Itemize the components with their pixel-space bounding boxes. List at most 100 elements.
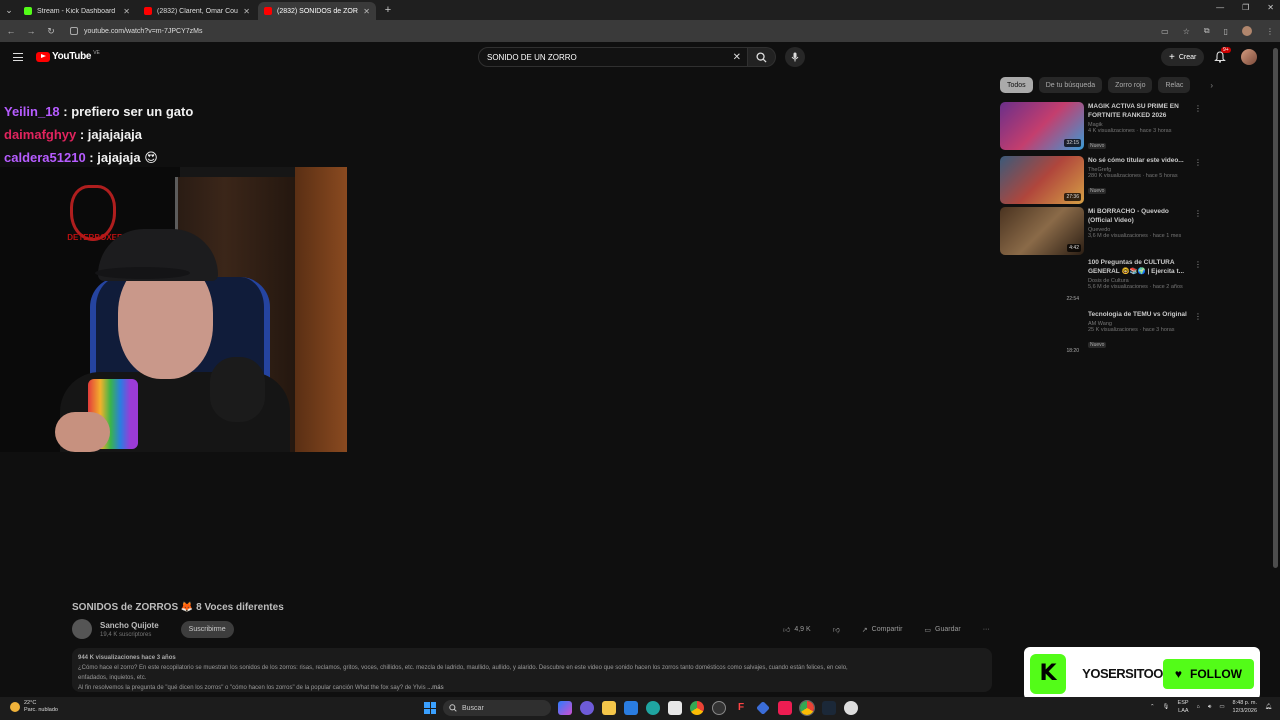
edge-icon[interactable] — [646, 701, 660, 715]
like-button[interactable]: 👍︎ 4,9 K — [776, 621, 818, 638]
forward-icon[interactable]: → — [26, 26, 36, 36]
more-vertical-icon[interactable]: ⋮ — [1194, 260, 1202, 269]
chat-message: caldera51210 : jajajaja 😍 — [4, 146, 193, 169]
steam-icon[interactable] — [822, 701, 836, 715]
chat-username: daimafghyy — [4, 127, 77, 142]
recommendation-title[interactable]: MAGIK ACTIVA SU PRIME EN FORTNITE RANKED… — [1088, 102, 1188, 120]
video-thumbnail[interactable]: 27:36 — [1000, 156, 1084, 204]
mail-icon[interactable] — [624, 701, 638, 715]
tab-kick-dashboard[interactable]: Stream - Kick Dashboard ✕ — [18, 2, 136, 20]
recommendation-title[interactable]: Tecnologia de TEMU vs Original — [1088, 310, 1188, 319]
chrome-icon[interactable] — [690, 701, 704, 715]
channel-name[interactable]: Sancho Quijote — [100, 621, 159, 630]
more-vertical-icon[interactable]: ⋮ — [1194, 104, 1202, 113]
obs-icon[interactable] — [844, 701, 858, 715]
subscribe-button[interactable]: Suscribirme — [180, 620, 234, 638]
share-button[interactable]: ↗ Compartir — [855, 621, 910, 638]
minimize-icon[interactable]: — — [1216, 3, 1224, 12]
recommendation-item[interactable]: 4:42 Mi BORRACHO - Quevedo (Official Vid… — [1000, 207, 1202, 255]
more-vertical-icon[interactable]: ⋮ — [1194, 158, 1202, 167]
browser-menu-icon[interactable]: ⋮ — [1266, 27, 1274, 36]
dislike-button[interactable]: 👎︎ — [826, 621, 847, 638]
follow-button[interactable]: ♥ FOLLOW — [1162, 658, 1254, 689]
video-thumbnail[interactable]: 4:42 — [1000, 207, 1084, 255]
video-thumbnail[interactable]: 32:15 — [1000, 102, 1084, 150]
language-indicator[interactable]: ESP LAA — [1178, 699, 1189, 715]
file-explorer-icon[interactable] — [602, 701, 616, 715]
site-info-icon[interactable] — [70, 27, 78, 35]
close-tab-icon[interactable]: ✕ — [243, 7, 250, 16]
kick-logo-icon: K — [1030, 653, 1067, 694]
recommendation-item[interactable]: 18:20 Tecnologia de TEMU vs Original AM … — [1000, 310, 1202, 358]
close-tab-icon[interactable]: ✕ — [363, 7, 370, 16]
chip-todos[interactable]: Todos — [1000, 77, 1033, 93]
tab-title: (2832) Clarent, Omar Courtz - S — [157, 7, 238, 15]
chevron-right-icon[interactable]: › — [1210, 81, 1213, 90]
profile-avatar[interactable] — [1242, 26, 1252, 36]
network-icon[interactable]: ⌂ — [1197, 704, 1200, 710]
save-button[interactable]: ▭ Guardar — [917, 621, 967, 638]
new-tab-button[interactable]: + — [378, 0, 398, 20]
time: 8:48 p. m. — [1232, 700, 1258, 706]
url-field[interactable]: youtube.com/watch?v=m-7JPCY7zMs — [66, 23, 1151, 39]
windows-start-icon[interactable] — [424, 702, 436, 714]
search-input[interactable]: SONIDO DE UN ZORRO ✕ — [478, 47, 748, 67]
chip-relacionados[interactable]: Relac — [1158, 77, 1191, 93]
mic-tray-icon[interactable]: 🎙︎ — [1163, 704, 1170, 710]
show-more-link[interactable]: ...más — [427, 685, 443, 691]
menu-icon[interactable] — [13, 53, 23, 61]
recommendation-title[interactable]: No sé cómo titular este video... — [1088, 156, 1188, 165]
video-thumbnail[interactable]: 22:54 — [1000, 258, 1084, 306]
recommendation-title[interactable]: Mi BORRACHO - Quevedo (Official Video) — [1088, 207, 1188, 225]
reload-icon[interactable]: ↻ — [46, 26, 56, 37]
tab-youtube-music[interactable]: (2832) Clarent, Omar Courtz - S ✕ — [138, 2, 256, 20]
capcut-icon[interactable] — [712, 701, 726, 715]
recommendation-item[interactable]: 22:54 100 Preguntas de CULTURA GENERAL 🤓… — [1000, 258, 1202, 306]
create-button[interactable]: + Crear — [1161, 48, 1205, 66]
chrome-active-icon[interactable] — [799, 700, 815, 716]
search-button[interactable] — [748, 47, 776, 67]
page-scrollbar[interactable] — [1273, 48, 1278, 568]
notification-center-icon[interactable]: 🔔︎ — [1265, 704, 1272, 710]
video-description[interactable]: 944 K visualizaciones hace 3 años ¿Cómo … — [72, 648, 992, 692]
sidebar-icon[interactable]: ▯ — [1224, 27, 1228, 36]
video-thumbnail[interactable]: 18:20 — [1000, 310, 1084, 358]
chevron-up-icon[interactable]: ⌃ — [1150, 704, 1155, 710]
close-tab-icon[interactable]: ✕ — [123, 7, 130, 16]
chip-de-tu-busqueda[interactable]: De tu búsqueda — [1038, 77, 1103, 93]
more-actions-button[interactable]: ··· — [976, 621, 997, 638]
recommendation-title[interactable]: 100 Preguntas de CULTURA GENERAL 🤓📚🌍 | E… — [1088, 258, 1188, 276]
chat-text: : jajajajaja — [76, 127, 143, 142]
more-vertical-icon[interactable]: ⋮ — [1194, 312, 1202, 321]
maximize-icon[interactable]: ❐ — [1242, 3, 1249, 12]
youtube-logo[interactable]: YouTube VE — [36, 50, 100, 62]
copilot-icon[interactable] — [558, 701, 572, 715]
tiktok-icon[interactable] — [778, 701, 792, 715]
filter-chips: Todos De tu búsqueda Zorro rojo Relac › — [1000, 77, 1213, 93]
notifications-button[interactable]: 9+ — [1214, 47, 1231, 64]
volume-icon[interactable]: 🔊︎ — [1208, 704, 1211, 711]
chip-zorro-rojo[interactable]: Zorro rojo — [1108, 77, 1153, 93]
voice-search-button[interactable] — [785, 47, 805, 67]
recommendation-item[interactable]: 32:15 MAGIK ACTIVA SU PRIME EN FORTNITE … — [1000, 102, 1202, 150]
recommendation-item[interactable]: 27:36 No sé cómo titular este video... T… — [1000, 156, 1202, 204]
tab-search-icon[interactable]: ⌄ — [0, 0, 18, 20]
extensions-icon[interactable]: ⧉ — [1204, 26, 1210, 36]
install-app-icon[interactable]: ▭ — [1161, 27, 1169, 36]
weather-widget[interactable]: 22°C Parc. nublado — [10, 700, 58, 714]
close-window-icon[interactable]: ✕ — [1267, 3, 1274, 12]
font-app-icon[interactable]: F — [734, 701, 748, 715]
task-view-icon[interactable] — [580, 701, 594, 715]
store-icon[interactable] — [668, 701, 682, 715]
tab-youtube-video[interactable]: (2832) SONIDOS de ZORROS 🦊 ✕ — [258, 2, 376, 20]
back-icon[interactable]: ← — [6, 26, 16, 36]
channel-avatar[interactable] — [72, 619, 92, 639]
more-vertical-icon[interactable]: ⋮ — [1194, 209, 1202, 218]
taskbar-search[interactable]: Buscar — [443, 700, 551, 716]
bookmark-star-icon[interactable]: ☆ — [1183, 27, 1190, 36]
diamond-app-icon[interactable] — [756, 701, 770, 715]
clock[interactable]: 8:48 p. m. 12/3/2026 — [1233, 699, 1257, 715]
battery-icon[interactable]: ▭ — [1219, 704, 1224, 710]
account-avatar[interactable] — [1241, 49, 1257, 65]
clear-search-icon[interactable]: ✕ — [733, 52, 741, 63]
